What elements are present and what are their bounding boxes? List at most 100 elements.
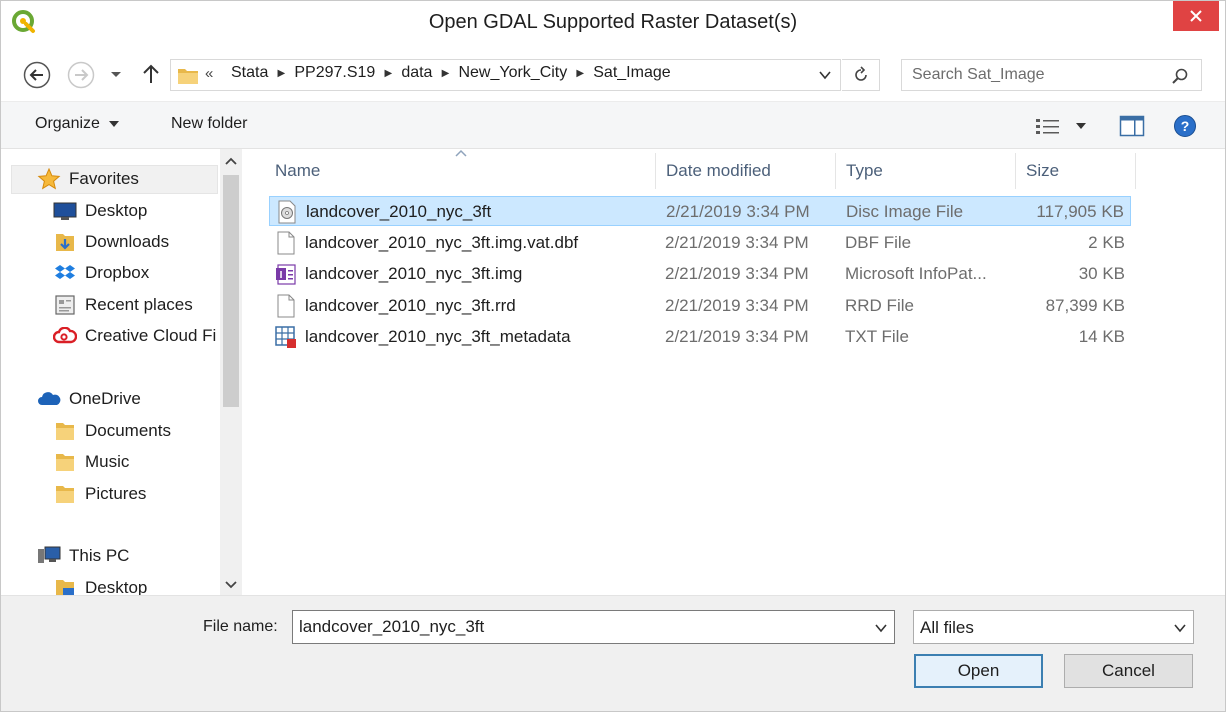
breadcrumb-item[interactable]: New_York_City <box>456 64 569 82</box>
sidebar-item-this-pc-desktop[interactable]: Desktop <box>53 574 147 595</box>
breadcrumb-item[interactable]: data <box>399 64 434 82</box>
close-icon <box>1190 10 1202 22</box>
sidebar-group-label: This PC <box>69 546 130 565</box>
file-type-filter[interactable]: All files <box>913 610 1194 644</box>
chevron-down-icon <box>1174 624 1186 633</box>
chevron-down-icon[interactable] <box>818 68 832 82</box>
sidebar-item-dropbox[interactable]: Dropbox <box>53 259 149 287</box>
address-bar[interactable]: « Stata ▶ PP297.S19 ▶ data ▶ New_York_Ci… <box>170 59 841 91</box>
folder-icon <box>178 69 198 84</box>
breadcrumb-separator-icon[interactable]: ▶ <box>434 68 456 79</box>
search-box <box>901 59 1202 91</box>
infopath-icon: I <box>276 264 296 285</box>
file-name-input[interactable] <box>293 611 853 643</box>
sidebar-item-recent-places[interactable]: Recent places <box>53 291 193 319</box>
change-view-button[interactable] <box>1035 115 1091 137</box>
recent-places-icon <box>55 295 75 315</box>
navigation-pane: Favorites Desktop Downloads Dropbox Rece… <box>1 149 245 595</box>
blank-file-icon <box>277 294 295 318</box>
new-folder-button[interactable]: New folder <box>171 115 247 133</box>
column-header-type[interactable]: Type <box>836 153 1016 189</box>
column-header-date-modified[interactable]: Date modified <box>656 153 836 189</box>
refresh-button[interactable] <box>842 59 880 91</box>
breadcrumb-item[interactable]: Sat_Image <box>591 64 672 82</box>
search-input[interactable] <box>912 60 1162 90</box>
open-file-dialog: Open GDAL Supported Raster Dataset(s) « … <box>0 0 1226 712</box>
sidebar-item-music[interactable]: Music <box>53 448 129 476</box>
sidebar-item-desktop[interactable]: Desktop <box>53 197 147 225</box>
file-row[interactable]: landcover_2010_nyc_3ft_metadata 2/21/201… <box>269 322 1131 352</box>
column-header-size[interactable]: Size <box>1016 153 1136 189</box>
file-date: 2/21/2019 3:34 PM <box>666 202 810 221</box>
file-type-filter-value: All files <box>920 618 974 637</box>
sidebar-group-this-pc[interactable]: This PC <box>37 542 129 570</box>
sidebar-item-label: Recent places <box>85 295 193 314</box>
forward-arrow-icon[interactable] <box>67 61 95 89</box>
navigation-bar: « Stata ▶ PP297.S19 ▶ data ▶ New_York_Ci… <box>1 47 1225 101</box>
file-type: TXT File <box>845 327 909 346</box>
breadcrumb-separator-icon[interactable]: ▶ <box>377 68 399 79</box>
file-list: Name Date modified Type Size landcover_2… <box>245 149 1225 595</box>
folder-icon <box>56 454 74 471</box>
sidebar-item-pictures[interactable]: Pictures <box>53 480 146 508</box>
close-button[interactable] <box>1173 1 1219 31</box>
file-type: Microsoft InfoPat... <box>845 264 987 283</box>
file-row[interactable]: landcover_2010_nyc_3ft 2/21/2019 3:34 PM… <box>269 196 1131 226</box>
file-name: landcover_2010_nyc_3ft.img.vat.dbf <box>305 233 579 252</box>
chevron-down-icon[interactable] <box>874 621 888 635</box>
sidebar-item-documents[interactable]: Documents <box>53 417 171 445</box>
sidebar-item-label: Desktop <box>85 578 148 595</box>
command-toolbar: Organize New folder ? <box>1 101 1225 149</box>
up-arrow-icon[interactable] <box>141 63 161 85</box>
file-name: landcover_2010_nyc_3ft.img <box>305 264 523 283</box>
file-type: Disc Image File <box>846 202 964 221</box>
organize-button[interactable]: Organize <box>35 115 120 133</box>
file-date: 2/21/2019 3:34 PM <box>665 296 809 315</box>
file-row[interactable]: landcover_2010_nyc_3ft.rrd 2/21/2019 3:3… <box>269 291 1131 321</box>
sidebar-scrollbar[interactable] <box>220 149 242 595</box>
back-arrow-icon[interactable] <box>23 61 51 89</box>
sidebar-item-label: Downloads <box>85 232 170 251</box>
sidebar-group-label: OneDrive <box>69 389 141 408</box>
file-name: landcover_2010_nyc_3ft.rrd <box>305 296 516 315</box>
recent-locations-chevron-icon[interactable] <box>109 67 123 81</box>
open-button[interactable]: Open <box>914 654 1043 688</box>
search-icon[interactable] <box>1171 67 1189 85</box>
file-row[interactable]: I landcover_2010_nyc_3ft.img 2/21/2019 3… <box>269 259 1131 289</box>
column-header-name[interactable]: Name <box>265 153 656 189</box>
breadcrumb-separator-icon[interactable]: ▶ <box>270 68 292 79</box>
scroll-down-icon[interactable] <box>224 577 238 591</box>
folder-icon <box>56 423 74 440</box>
downloads-folder-icon <box>56 234 74 251</box>
creative-cloud-icon <box>53 327 77 344</box>
file-name-combobox <box>292 610 895 644</box>
desktop-folder-icon <box>56 580 74 595</box>
disc-image-icon <box>278 200 296 224</box>
sidebar-item-downloads[interactable]: Downloads <box>53 228 169 256</box>
preview-pane-icon[interactable] <box>1119 114 1145 138</box>
file-date: 2/21/2019 3:34 PM <box>665 264 809 283</box>
file-type: DBF File <box>845 233 912 252</box>
help-icon[interactable]: ? <box>1173 114 1197 138</box>
sidebar-group-onedrive[interactable]: OneDrive <box>37 385 141 413</box>
sidebar-item-label: Documents <box>85 421 171 440</box>
sidebar-group-favorites[interactable]: Favorites <box>37 165 139 193</box>
desktop-icon <box>53 202 77 220</box>
sidebar-item-label: Desktop <box>85 201 148 220</box>
cancel-button[interactable]: Cancel <box>1064 654 1193 688</box>
sidebar-item-creative-cloud[interactable]: Creative Cloud Fi <box>53 322 216 350</box>
file-date: 2/21/2019 3:34 PM <box>665 233 809 252</box>
breadcrumb-item[interactable]: PP297.S19 <box>292 64 377 82</box>
file-size: 2 KB <box>1088 233 1125 252</box>
breadcrumb-item[interactable]: Stata <box>229 64 270 82</box>
file-row[interactable]: landcover_2010_nyc_3ft.img.vat.dbf 2/21/… <box>269 228 1131 258</box>
breadcrumb-separator-icon[interactable]: ▶ <box>569 68 591 79</box>
sidebar-group-label: Favorites <box>69 169 139 188</box>
refresh-icon <box>854 66 867 81</box>
scroll-up-icon[interactable] <box>224 155 238 169</box>
svg-text:I: I <box>280 270 283 281</box>
breadcrumb-overflow[interactable]: « <box>205 65 213 82</box>
scrollbar-thumb[interactable] <box>223 175 239 407</box>
dropbox-icon <box>55 265 75 279</box>
sidebar-item-label: Music <box>85 452 130 471</box>
